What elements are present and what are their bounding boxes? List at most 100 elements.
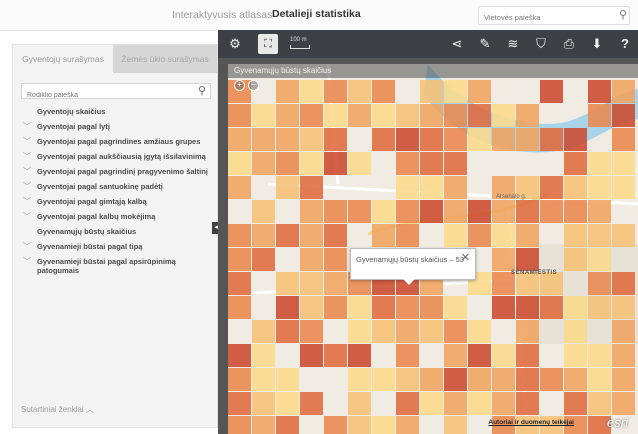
grid-cell[interactable] [228,104,251,127]
grid-cell[interactable] [588,200,611,223]
grid-cell[interactable] [468,80,491,103]
indicator-item[interactable]: ﹀ Gyventojai pagal pagrindinį pragyvenimo… [21,167,217,176]
indicator-item[interactable]: ﹀ Gyvenamieji būstai pagal tipą [21,242,217,251]
grid-cell[interactable] [252,344,275,367]
grid-cell[interactable] [252,416,275,434]
grid-cell[interactable] [564,200,587,223]
grid-cell[interactable] [396,176,419,199]
grid-cell[interactable] [492,224,515,247]
grid-cell[interactable] [300,200,323,223]
grid-cell[interactable] [276,104,299,127]
grid-cell[interactable] [276,296,299,319]
indicator-item[interactable]: ﹀ Gyventojai pagal kalbų mokėjimą [21,212,217,221]
zoom-out-button[interactable]: − [248,80,259,91]
grid-cell[interactable] [564,320,587,343]
indicator-item[interactable]: ﹀ Gyventojai pagal santuokinę padėtį [21,182,217,191]
grid-cell[interactable] [396,200,419,223]
grid-cell[interactable] [516,224,539,247]
search-icon[interactable]: ⚲ [198,84,206,97]
grid-cell[interactable] [588,152,611,175]
grid-cell[interactable] [252,152,275,175]
grid-cell[interactable] [324,248,347,271]
grid-cell[interactable] [252,248,275,271]
grid-cell[interactable] [588,296,611,319]
grid-cell[interactable] [516,344,539,367]
grid-cell[interactable] [588,104,611,127]
grid-cell[interactable] [324,152,347,175]
grid-cell[interactable] [588,80,611,103]
grid-cell[interactable] [444,320,467,343]
grid-cell[interactable] [300,296,323,319]
grid-cell[interactable] [300,128,323,151]
grid-cell[interactable] [228,128,251,151]
indicator-item[interactable]: ﹀ Gyventojai pagal aukščiausią įgytą išsi… [21,152,217,161]
grid-cell[interactable] [300,392,323,415]
grid-cell[interactable] [444,416,467,434]
grid-cell[interactable] [612,344,635,367]
grid-cell[interactable] [444,80,467,103]
grid-cell[interactable] [612,296,635,319]
search-icon[interactable]: ⚲ [619,8,627,21]
grid-cell[interactable] [228,416,251,434]
grid-cell[interactable] [300,104,323,127]
grid-cell[interactable] [324,416,347,434]
grid-cell[interactable] [276,80,299,103]
grid-cell[interactable] [468,368,491,391]
grid-cell[interactable] [228,248,251,271]
print-icon[interactable]: ⎙ [560,34,578,54]
grid-cell[interactable] [420,104,443,127]
grid-cell[interactable] [324,80,347,103]
grid-cell[interactable] [420,296,443,319]
grid-cell[interactable] [444,344,467,367]
grid-cell[interactable] [396,224,419,247]
grid-cell[interactable] [492,344,515,367]
indicator-search-input[interactable] [22,88,187,103]
grid-cell[interactable] [612,176,635,199]
grid-cell[interactable] [252,200,275,223]
grid-cell[interactable] [540,80,563,103]
grid-cell[interactable] [396,128,419,151]
grid-cell[interactable] [252,224,275,247]
grid-cell[interactable] [276,152,299,175]
grid-cell[interactable] [444,104,467,127]
grid-cell[interactable] [348,392,371,415]
grid-cell[interactable] [348,152,371,175]
grid-cell[interactable] [276,320,299,343]
grid-cell[interactable] [612,392,635,415]
layers-icon[interactable]: ≋ [504,34,522,54]
grid-cell[interactable] [252,368,275,391]
grid-cell[interactable] [540,296,563,319]
grid-cell[interactable] [564,392,587,415]
grid-cell[interactable] [228,344,251,367]
share-icon[interactable]: ⋖ [448,34,466,54]
grid-cell[interactable] [396,344,419,367]
grid-cell[interactable] [420,152,443,175]
grid-cell[interactable] [564,248,587,271]
grid-cell[interactable] [324,272,347,295]
grid-cell[interactable] [276,128,299,151]
fullscreen-icon[interactable]: ⛶ [258,34,278,54]
grid-cell[interactable] [540,200,563,223]
grid-cell[interactable] [492,296,515,319]
grid-cell[interactable] [372,296,395,319]
grid-cell[interactable] [444,224,467,247]
grid-cell[interactable] [588,272,611,295]
grid-cell[interactable] [564,224,587,247]
grid-cell[interactable] [276,416,299,434]
grid-cell[interactable] [276,272,299,295]
grid-cell[interactable] [492,200,515,223]
grid-cell[interactable] [396,368,419,391]
grid-cell[interactable] [420,392,443,415]
grid-cell[interactable] [516,128,539,151]
grid-cell[interactable] [612,80,635,103]
grid-cell[interactable] [420,200,443,223]
grid-cell[interactable] [324,200,347,223]
grid-cell[interactable] [348,200,371,223]
grid-cell[interactable] [420,80,443,103]
grid-cell[interactable] [300,320,323,343]
grid-cell[interactable] [228,176,251,199]
grid-cell[interactable] [300,176,323,199]
indicator-item[interactable]: ﹀ Gyventojai pagal gimtąją kalbą [21,197,217,206]
grid-cell[interactable] [420,176,443,199]
grid-cell[interactable] [276,368,299,391]
